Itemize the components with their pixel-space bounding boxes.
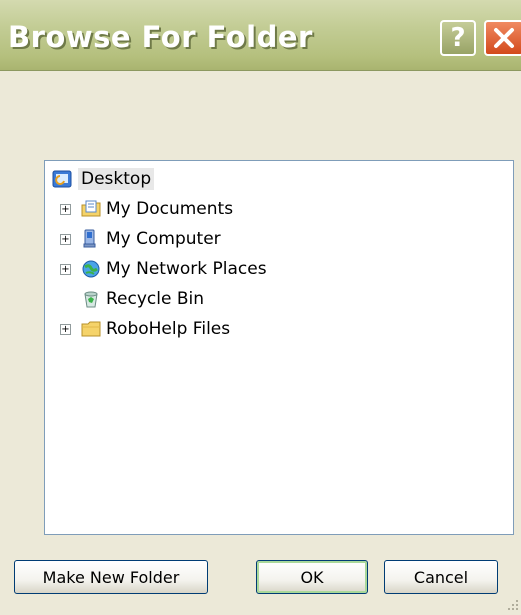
tree-item-label: Recycle Bin (106, 289, 205, 309)
expand-toggle[interactable]: + (60, 234, 71, 245)
tree-item-my-documents[interactable]: + My Documents (45, 196, 513, 222)
expand-toggle[interactable]: + (60, 264, 71, 275)
tree-item-my-network-places[interactable]: + My Network Places (45, 256, 513, 282)
window-title: Browse For Folder (8, 20, 313, 54)
expand-toggle[interactable]: + (60, 324, 71, 335)
close-icon (492, 26, 516, 50)
my-documents-icon (81, 199, 101, 219)
tree-item-label: Desktop (78, 168, 155, 190)
title-bar[interactable]: Browse For Folder ? (0, 0, 521, 71)
tree-item-label: RoboHelp Files (106, 319, 231, 339)
make-new-folder-button[interactable]: Make New Folder (14, 560, 208, 594)
folder-icon (81, 319, 101, 339)
expand-toggle[interactable]: + (60, 204, 71, 215)
close-button[interactable] (484, 20, 521, 56)
recycle-bin-icon (81, 289, 101, 309)
desktop-icon (52, 169, 72, 189)
tree-item-label: My Network Places (106, 259, 267, 279)
ok-button[interactable]: OK (256, 560, 368, 594)
tree-item-desktop[interactable]: Desktop (45, 166, 513, 192)
tree-item-recycle-bin[interactable]: Recycle Bin (45, 286, 513, 312)
folder-tree[interactable]: Desktop + My Documents + My Computer + M… (44, 160, 514, 535)
help-button[interactable]: ? (440, 20, 476, 56)
cancel-button[interactable]: Cancel (384, 560, 498, 594)
tree-item-my-computer[interactable]: + My Computer (45, 226, 513, 252)
tree-item-label: My Computer (106, 229, 221, 249)
tree-item-label: My Documents (106, 199, 234, 219)
resize-grip-icon[interactable] (507, 596, 519, 610)
network-places-icon (81, 259, 101, 279)
my-computer-icon (81, 229, 101, 249)
tree-item-robohelp-files[interactable]: + RoboHelp Files (45, 316, 513, 342)
